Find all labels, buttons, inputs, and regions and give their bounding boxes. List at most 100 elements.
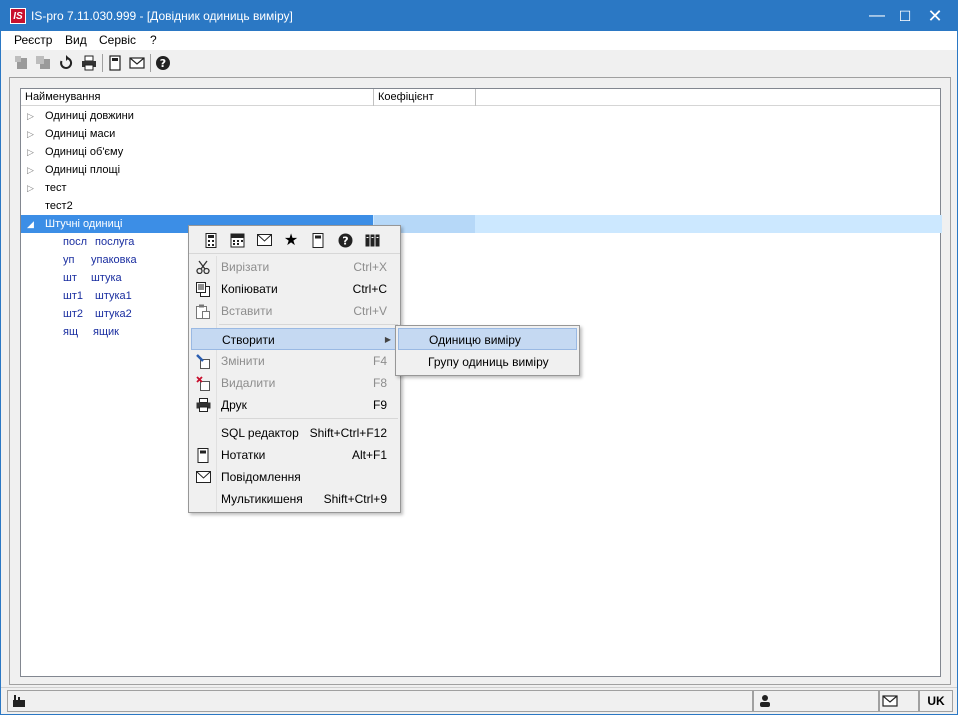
menu-cut[interactable]: Вирізати Ctrl+X [191, 256, 398, 278]
menu-multipocket[interactable]: Мультикишеня Shift+Ctrl+9 [191, 488, 398, 510]
menu-view[interactable]: Вид [65, 33, 87, 47]
columns-icon[interactable] [363, 231, 381, 249]
menu-create[interactable]: Створити ▶ [191, 328, 398, 350]
menu-messages[interactable]: Повідомлення [191, 466, 398, 488]
svg-text:?: ? [342, 234, 348, 247]
unit-row[interactable]: шт1 штука1 [21, 287, 942, 305]
expand-arrow-icon[interactable]: ▷ [27, 143, 34, 161]
help-icon[interactable]: ? [336, 231, 354, 249]
mail-icon [195, 469, 211, 485]
menu-item-label: Друк [221, 398, 247, 412]
menu-delete[interactable]: Видалити F8 [191, 372, 398, 394]
menu-service[interactable]: Сервіс [99, 33, 136, 47]
grid-header: Найменування Коефіцієнт [21, 89, 940, 106]
mail-icon[interactable] [255, 231, 273, 249]
close-button[interactable]: ✕ [921, 1, 949, 31]
menu-print[interactable]: Друк F9 [191, 394, 398, 416]
column-name-header[interactable]: Найменування [21, 89, 374, 106]
menu-edit[interactable]: Змінити F4 [191, 350, 398, 372]
tree-group-row-selected[interactable]: ◢ Штучні одиниці [21, 215, 942, 233]
language-indicator[interactable]: UK [919, 690, 953, 712]
group-label: Одиниці об'єму [45, 146, 124, 158]
menu-help[interactable]: ? [150, 33, 157, 47]
add-icon[interactable] [11, 53, 31, 73]
user-icon [760, 695, 770, 707]
tree-group-row[interactable]: ▷ Одиниці площі [21, 161, 942, 179]
menu-item-label: Створити [222, 333, 275, 347]
expand-arrow-icon[interactable]: ▷ [27, 107, 34, 125]
menu-paste[interactable]: Вставити Ctrl+V [191, 300, 398, 322]
unit-code: шт1 [63, 290, 83, 302]
tree-group-row[interactable]: ▷ Одиниці об'єму [21, 143, 942, 161]
column-coefficient-header[interactable]: Коефіцієнт [374, 89, 476, 106]
status-messages[interactable] [879, 690, 919, 712]
menu-item-label: Видалити [221, 376, 276, 390]
menu-notes[interactable]: Нотатки Alt+F1 [191, 444, 398, 466]
maximize-button[interactable]: ☐ [891, 1, 919, 31]
menu-item-label: Змінити [221, 354, 265, 368]
unit-row[interactable]: шт2 штука2 [21, 305, 942, 323]
menu-item-shortcut: Ctrl+V [353, 304, 387, 318]
menu-item-label: Повідомлення [221, 470, 301, 484]
add-copy-icon[interactable] [33, 53, 53, 73]
star-icon[interactable]: ★ [282, 231, 300, 249]
menu-item-label: Нотатки [221, 448, 266, 462]
calculator-icon[interactable] [202, 231, 220, 249]
print-icon[interactable] [79, 53, 99, 73]
status-bar: UK [1, 687, 957, 714]
unit-row[interactable]: шт штука [21, 269, 942, 287]
menu-item-shortcut: F8 [372, 376, 387, 390]
unit-code: посл [63, 236, 87, 248]
unit-name: послуга [95, 236, 135, 248]
unit-row[interactable]: посл послуга [21, 233, 942, 251]
unit-row[interactable]: уп упаковка [21, 251, 942, 269]
tree-group-row[interactable]: ▷ Одиниці маси [21, 125, 942, 143]
group-label: тест [45, 182, 67, 194]
refresh-icon[interactable] [56, 53, 76, 73]
factory-icon [13, 695, 25, 707]
menu-item-shortcut: Shift+Ctrl+F12 [309, 426, 387, 440]
submenu-create-unit[interactable]: Одиницю виміру [398, 328, 577, 350]
unit-name: ящик [93, 326, 119, 338]
tree-group-row[interactable]: ▷ тест [21, 179, 942, 197]
print-icon [195, 397, 211, 413]
menu-item-label: Мультикишеня [221, 492, 303, 506]
edit-icon [195, 353, 211, 369]
menu-item-label: SQL редактор [221, 426, 299, 440]
menu-registry[interactable]: Реєстр [14, 33, 52, 47]
help-icon[interactable]: ? [153, 53, 173, 73]
tree-group-row[interactable]: ▷ Одиниці довжини [21, 107, 942, 125]
menu-copy[interactable]: Копіювати Ctrl+C [191, 278, 398, 300]
submenu-create-unit-group[interactable]: Групу одиниць виміру [398, 351, 577, 373]
submenu-arrow-icon: ▶ [384, 335, 391, 344]
expand-arrow-icon[interactable]: ▷ [27, 125, 34, 143]
calendar-icon[interactable] [228, 231, 246, 249]
minimize-button[interactable]: — [863, 1, 891, 31]
context-menu: ★ ? Вирізати Ctrl+X Копіювати Ctrl+C Вст… [188, 225, 401, 513]
mail-icon[interactable] [127, 53, 147, 73]
units-tree-grid[interactable]: Найменування Коефіцієнт ▷ Одиниці довжин… [20, 88, 942, 677]
menu-item-shortcut: Shift+Ctrl+9 [323, 492, 387, 506]
paste-icon [195, 303, 211, 319]
notes-icon[interactable] [309, 231, 327, 249]
title-bar[interactable]: IS IS-pro 7.11.030.999 - [Довідник одини… [1, 1, 957, 31]
toolbar-separator [102, 54, 103, 72]
expand-arrow-icon[interactable]: ▷ [27, 161, 34, 179]
collapse-arrow-icon[interactable]: ◢ [27, 215, 34, 233]
group-label: Одиниці маси [45, 128, 116, 140]
app-logo-icon: IS [10, 8, 26, 24]
notes-icon[interactable] [105, 53, 125, 73]
expand-arrow-icon[interactable]: ▷ [27, 179, 34, 197]
menu-item-label: Вставити [221, 304, 273, 318]
status-user [753, 690, 879, 712]
menu-sql-editor[interactable]: SQL редактор Shift+Ctrl+F12 [191, 422, 398, 444]
content-panel: Найменування Коефіцієнт ▷ Одиниці довжин… [9, 77, 951, 685]
menu-separator [219, 324, 398, 325]
unit-name: упаковка [91, 254, 137, 266]
group-label: Одиниці площі [45, 164, 121, 176]
menu-separator [219, 418, 398, 419]
menu-item-label: Групу одиниць виміру [428, 355, 549, 369]
menu-item-shortcut: F4 [372, 354, 387, 368]
toolbar-separator [150, 54, 151, 72]
tree-group-row[interactable]: тест2 [21, 197, 942, 215]
